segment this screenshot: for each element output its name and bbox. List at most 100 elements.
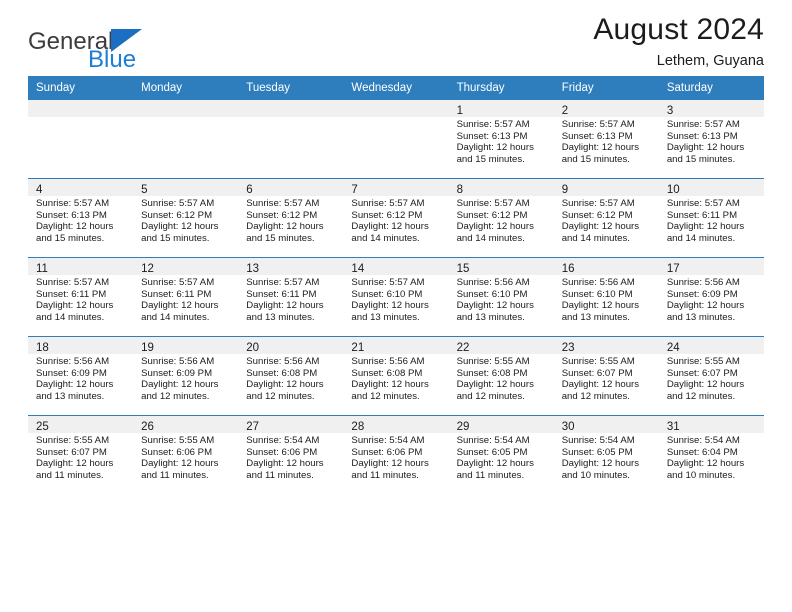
day-cell: 17 Sunrise: 5:56 AM Sunset: 6:09 PM Dayligh…: [658, 257, 764, 337]
day-cell-inner[interactable]: 15 Sunrise: 5:56 AM Sunset: 6:10 PM Dayligh…: [448, 258, 554, 336]
day-cell-inner[interactable]: 14 Sunrise: 5:57 AM Sunset: 6:10 PM Dayligh…: [343, 258, 449, 336]
day-cell-inner[interactable]: 8 Sunrise: 5:57 AM Sunset: 6:12 PM Daylight…: [448, 179, 554, 257]
day-cell-inner[interactable]: 20 Sunrise: 5:56 AM Sunset: 6:08 PM Dayligh…: [238, 337, 344, 415]
sunset-text: Sunset: 6:09 PM: [141, 367, 213, 379]
day-cell-inner[interactable]: 4 Sunrise: 5:57 AM Sunset: 6:13 PM Daylight…: [28, 179, 134, 257]
sunrise-text: Sunrise: 5:57 AM: [456, 198, 530, 209]
sunset-text: Sunset: 6:12 PM: [561, 209, 633, 221]
day-number: 13: [246, 263, 260, 275]
day-details: Sunrise: 5:57 AM Sunset: 6:12 PM Daylight:…: [449, 196, 554, 244]
day-details: Sunrise: 5:56 AM Sunset: 6:09 PM Daylight:…: [133, 354, 238, 402]
day-cell: 15 Sunrise: 5:56 AM Sunset: 6:10 PM Dayligh…: [448, 257, 554, 337]
sunrise-text: Sunrise: 5:57 AM: [351, 198, 425, 209]
day-cell-inner[interactable]: 2 Sunrise: 5:57 AM Sunset: 6:13 PM Daylight…: [553, 100, 659, 178]
day-cell-inner[interactable]: 13 Sunrise: 5:57 AM Sunset: 6:11 PM Dayligh…: [238, 258, 344, 336]
day-cell-inner[interactable]: 17 Sunrise: 5:56 AM Sunset: 6:09 PM Dayligh…: [658, 258, 764, 336]
day-cell-inner[interactable]: 30 Sunrise: 5:54 AM Sunset: 6:05 PM Dayligh…: [553, 416, 659, 494]
sunset-text: Sunset: 6:06 PM: [351, 446, 423, 458]
day-number-bar: 23: [553, 337, 659, 354]
daylight-text-line1: Daylight: 12 hours: [561, 300, 640, 312]
brand-logo[interactable]: General Blue: [28, 0, 258, 86]
daylight-text-line1: Daylight: 12 hours: [666, 379, 745, 391]
title-block: August 2024 Lethem, Guyana: [593, 0, 764, 69]
day-number: 31: [666, 421, 680, 433]
sunrise-text: Sunrise: 5:54 AM: [561, 435, 635, 446]
daylight-text-line2: and 11 minutes.: [141, 469, 209, 481]
day-details: Sunrise: 5:57 AM Sunset: 6:12 PM Daylight:…: [343, 196, 448, 244]
day-cell-inner[interactable]: 24 Sunrise: 5:55 AM Sunset: 6:07 PM Dayligh…: [658, 337, 764, 415]
day-details: Sunrise: 5:57 AM Sunset: 6:12 PM Daylight:…: [554, 196, 659, 244]
daylight-text-line1: Daylight: 12 hours: [246, 379, 324, 391]
day-number: 22: [456, 342, 470, 354]
page-title: August 2024: [593, 13, 764, 46]
day-details: Sunrise: 5:57 AM Sunset: 6:11 PM Daylight:…: [28, 275, 133, 323]
sunset-text: Sunset: 6:07 PM: [666, 367, 738, 379]
sunset-text: Sunset: 6:05 PM: [456, 446, 528, 458]
day-cell-inner[interactable]: 28 Sunrise: 5:54 AM Sunset: 6:06 PM Dayligh…: [343, 416, 449, 494]
day-cell: 4 Sunrise: 5:57 AM Sunset: 6:13 PM Daylight…: [28, 178, 134, 258]
day-cell: 9 Sunrise: 5:57 AM Sunset: 6:12 PM Daylight…: [553, 178, 659, 258]
daylight-text-line2: and 11 minutes.: [246, 469, 314, 481]
sunrise-text: Sunrise: 5:54 AM: [351, 435, 425, 446]
day-cell-inner[interactable]: 19 Sunrise: 5:56 AM Sunset: 6:09 PM Dayligh…: [133, 337, 239, 415]
day-details: Sunrise: 5:55 AM Sunset: 6:08 PM Daylight:…: [449, 354, 554, 402]
day-cell-inner[interactable]: 16 Sunrise: 5:56 AM Sunset: 6:10 PM Dayligh…: [553, 258, 659, 336]
calendar-week-row: 18 Sunrise: 5:56 AM Sunset: 6:09 PM Dayligh…: [28, 336, 764, 416]
day-cell-inner[interactable]: 5 Sunrise: 5:57 AM Sunset: 6:12 PM Daylight…: [133, 179, 239, 257]
day-cell-inner[interactable]: 23 Sunrise: 5:55 AM Sunset: 6:07 PM Dayligh…: [553, 337, 659, 415]
day-cell-inner[interactable]: 3 Sunrise: 5:57 AM Sunset: 6:13 PM Daylight…: [658, 100, 764, 178]
calendar-table: Sunday Monday Tuesday Wednesday Thursday Frid…: [28, 76, 764, 494]
day-cell-inner[interactable]: 22 Sunrise: 5:55 AM Sunset: 6:08 PM Dayligh…: [448, 337, 554, 415]
weekday-header-saturday: Saturday: [658, 76, 764, 100]
daylight-text-line2: and 10 minutes.: [561, 469, 630, 481]
calendar-week-row: 1 Sunrise: 5:57 AM Sunset: 6:13 PM Daylight…: [28, 100, 764, 179]
sunset-text: Sunset: 6:07 PM: [36, 446, 107, 458]
day-cell-inner[interactable]: 1 Sunrise: 5:57 AM Sunset: 6:13 PM Daylight…: [448, 100, 554, 178]
day-number-bar: 4: [28, 179, 134, 196]
day-cell-inner[interactable]: 6 Sunrise: 5:57 AM Sunset: 6:12 PM Daylight…: [238, 179, 344, 257]
day-details: Sunrise: 5:54 AM Sunset: 6:04 PM Daylight:…: [659, 433, 764, 481]
day-cell: 13 Sunrise: 5:57 AM Sunset: 6:11 PM Dayligh…: [238, 257, 344, 337]
day-details: Sunrise: 5:56 AM Sunset: 6:10 PM Daylight:…: [449, 275, 554, 323]
day-number-bar: 29: [448, 416, 554, 433]
sunrise-text: Sunrise: 5:57 AM: [36, 198, 110, 209]
day-cell-inner[interactable]: 26 Sunrise: 5:55 AM Sunset: 6:06 PM Dayligh…: [133, 416, 239, 494]
daylight-text-line2: and 15 minutes.: [456, 153, 525, 165]
sunrise-text: Sunrise: 5:57 AM: [141, 277, 215, 288]
day-cell-inner[interactable]: 7 Sunrise: 5:57 AM Sunset: 6:12 PM Daylight…: [343, 179, 449, 257]
day-cell: 29 Sunrise: 5:54 AM Sunset: 6:05 PM Dayligh…: [448, 415, 554, 494]
day-number-bar: [133, 100, 239, 117]
day-cell-inner[interactable]: 21 Sunrise: 5:56 AM Sunset: 6:08 PM Dayligh…: [343, 337, 449, 415]
day-cell: 24 Sunrise: 5:55 AM Sunset: 6:07 PM Dayligh…: [658, 336, 764, 416]
day-cell-inner[interactable]: 25 Sunrise: 5:55 AM Sunset: 6:07 PM Dayligh…: [28, 416, 134, 494]
day-number: 19: [141, 342, 154, 354]
day-cell-inner[interactable]: 29 Sunrise: 5:54 AM Sunset: 6:05 PM Dayligh…: [448, 416, 554, 494]
sunset-text: Sunset: 6:11 PM: [666, 209, 738, 221]
sunrise-text: Sunrise: 5:54 AM: [246, 435, 320, 446]
daylight-text-line2: and 14 minutes.: [36, 311, 105, 323]
day-details: Sunrise: 5:57 AM Sunset: 6:10 PM Daylight:…: [343, 275, 448, 323]
day-cell-inner[interactable]: 31 Sunrise: 5:54 AM Sunset: 6:04 PM Dayligh…: [658, 416, 764, 494]
day-number-bar: 7: [343, 179, 449, 196]
day-number: 23: [561, 342, 575, 354]
day-number-bar: 9: [553, 179, 659, 196]
page-subtitle: Lethem, Guyana: [656, 52, 764, 69]
day-number-bar: 8: [448, 179, 554, 196]
daylight-text-line2: and 15 minutes.: [141, 232, 210, 244]
day-cell: 6 Sunrise: 5:57 AM Sunset: 6:12 PM Daylight…: [238, 178, 344, 258]
day-cell-inner[interactable]: 27 Sunrise: 5:54 AM Sunset: 6:06 PM Dayligh…: [238, 416, 344, 494]
day-number-bar: 5: [133, 179, 239, 196]
day-number-bar: 15: [448, 258, 554, 275]
day-cell-inner[interactable]: 18 Sunrise: 5:56 AM Sunset: 6:09 PM Dayligh…: [28, 337, 134, 415]
day-number-bar: 18: [28, 337, 134, 354]
day-cell-inner[interactable]: 11 Sunrise: 5:57 AM Sunset: 6:11 PM Dayligh…: [28, 258, 134, 336]
day-details: Sunrise: 5:57 AM Sunset: 6:11 PM Daylight:…: [238, 275, 343, 323]
day-cell-inner[interactable]: 12 Sunrise: 5:57 AM Sunset: 6:11 PM Dayligh…: [133, 258, 239, 336]
day-cell-inner[interactable]: 10 Sunrise: 5:57 AM Sunset: 6:11 PM Dayligh…: [658, 179, 764, 257]
daylight-text-line1: Daylight: 12 hours: [561, 379, 640, 391]
day-cell-inner[interactable]: 9 Sunrise: 5:57 AM Sunset: 6:12 PM Daylight…: [553, 179, 659, 257]
day-number: 9: [561, 184, 569, 196]
weekday-header-friday: Friday: [553, 76, 659, 100]
sunset-text: Sunset: 6:13 PM: [561, 130, 633, 142]
page-header: General Blue August 2024 Lethem, Guyana: [28, 0, 764, 74]
